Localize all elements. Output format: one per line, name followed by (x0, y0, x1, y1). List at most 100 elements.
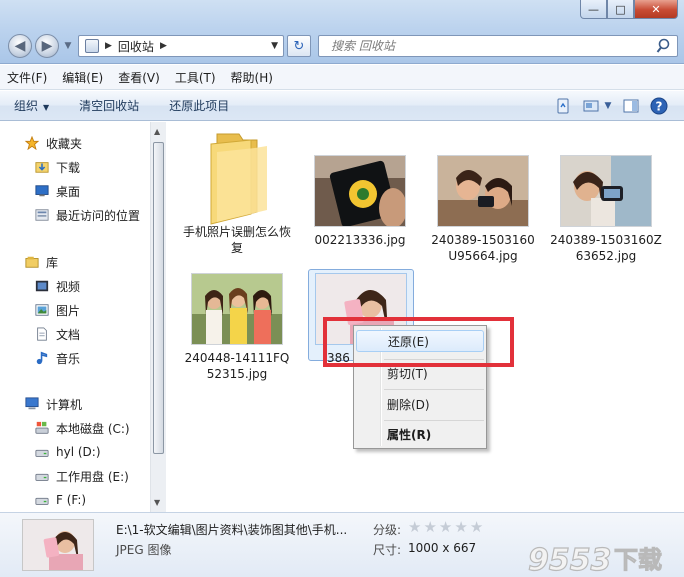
window-titlebar: — □ ✕ ◀ ▶ ▼ ▶ 回收站 ▶ ▼ ↻ (0, 0, 684, 64)
detail-type: JPEG 图像 (116, 543, 172, 557)
nav-label: 文档 (56, 327, 81, 342)
forward-button[interactable]: ▶ (35, 34, 59, 58)
nav-computer[interactable]: 计算机 (24, 394, 82, 414)
address-dropdown-icon[interactable]: ▼ (271, 41, 278, 51)
star-icon[interactable]: ★ (408, 520, 421, 535)
file-name: 240389-1503160U95664.jpg (431, 233, 535, 263)
file-item[interactable]: 手机照片误删怎么恢复 (181, 130, 293, 256)
file-name: 手机照片误删怎么恢复 (182, 225, 291, 255)
arrow-right-icon: ▶ (41, 38, 53, 54)
nav-videos[interactable]: 视频 (34, 276, 80, 296)
computer-icon (25, 397, 39, 410)
close-button[interactable]: ✕ (634, 0, 678, 19)
nav-drive-e[interactable]: 工作用盘 (E:) (34, 466, 129, 486)
nav-label: 计算机 (46, 397, 83, 412)
image-thumbnail (191, 273, 283, 345)
nav-drive-c[interactable]: 本地磁盘 (C:) (34, 418, 130, 438)
nav-documents[interactable]: 文档 (34, 324, 80, 344)
context-delete[interactable]: 删除(D) (387, 394, 430, 416)
file-item[interactable]: 240389-1503160U95664.jpg (427, 155, 539, 264)
drive-icon (35, 473, 49, 481)
nav-label: 最近访问的位置 (56, 208, 141, 223)
empty-recycle-bin-button[interactable]: 清空回收站 (79, 97, 139, 114)
download-folder-icon (35, 162, 49, 173)
organize-button[interactable]: 组织 ▼ (14, 97, 49, 114)
nav-scrollbar[interactable]: ▲ ▼ (150, 122, 166, 512)
maximize-button[interactable]: □ (607, 0, 634, 19)
view-controls: ▼ ? (546, 96, 670, 116)
folder-icon (210, 133, 267, 225)
drive-icon (35, 449, 49, 457)
nav-favorites[interactable]: 收藏夹 (24, 133, 82, 153)
command-bar: 组织 ▼ 清空回收站 还原此项目 ▼ ? (0, 91, 684, 121)
window-controls: — □ ✕ (580, 0, 678, 19)
star-icon[interactable]: ★ (439, 520, 452, 535)
rating-stars[interactable]: ★ ★ ★ ★ ★ (408, 520, 485, 535)
image-thumbnail (560, 155, 652, 227)
breadcrumb-recycle-bin[interactable]: 回收站 (118, 38, 154, 55)
nav-downloads[interactable]: 下载 (34, 157, 80, 177)
menu-view[interactable]: 查看(V) (118, 69, 160, 86)
nav-label: 图片 (56, 303, 81, 318)
share-icon[interactable] (552, 96, 574, 116)
detail-size-value: 1000 x 667 (408, 541, 477, 555)
chevron-down-icon: ▼ (43, 103, 50, 112)
file-item[interactable]: 002213336.jpg (304, 155, 416, 248)
chevron-down-icon: ▼ (604, 101, 612, 111)
help-button[interactable]: ? (648, 96, 670, 116)
file-item[interactable]: 240448-14111FQ52315.jpg (181, 273, 293, 382)
address-bar[interactable]: ▶ 回收站 ▶ ▼ (78, 35, 284, 57)
nav-drive-f[interactable]: F (F:) (34, 490, 86, 510)
refresh-button[interactable]: ↻ (287, 35, 311, 57)
nav-drive-d[interactable]: hyl (D:) (34, 442, 101, 462)
minimize-button[interactable]: — (580, 0, 607, 19)
detail-size-label: 尺寸: (373, 543, 402, 557)
restore-item-button[interactable]: 还原此项目 (169, 97, 229, 114)
view-icon (583, 100, 599, 112)
context-properties[interactable]: 属性(R) (387, 424, 431, 446)
nav-label: hyl (D:) (56, 445, 101, 459)
preview-pane-button[interactable] (620, 96, 642, 116)
search-box[interactable] (318, 35, 678, 57)
star-icon[interactable]: ★ (423, 520, 436, 535)
scroll-down-icon[interactable]: ▼ (154, 498, 160, 507)
system-drive-icon (35, 421, 49, 434)
refresh-icon: ↻ (293, 38, 305, 54)
breadcrumb-separator-icon[interactable]: ▶ (160, 41, 167, 51)
nav-libraries[interactable]: 库 (24, 252, 58, 272)
document-icon (37, 327, 47, 341)
nav-desktop[interactable]: 桌面 (34, 181, 80, 201)
nav-recent-places[interactable]: 最近访问的位置 (34, 205, 140, 225)
star-icon[interactable]: ★ (470, 520, 483, 535)
menu-help[interactable]: 帮助(H) (231, 69, 273, 86)
nav-pictures[interactable]: 图片 (34, 300, 80, 320)
detail-rating-label: 分级: (373, 523, 402, 537)
nav-label: F (F:) (56, 493, 87, 507)
search-icon[interactable] (656, 38, 670, 54)
change-view-button[interactable]: ▼ (580, 96, 614, 116)
recent-places-icon (35, 209, 49, 221)
menu-tools[interactable]: 工具(T) (175, 69, 216, 86)
recent-pages-dropdown[interactable]: ▼ (62, 38, 74, 54)
file-name: 002213336.jpg (314, 233, 406, 247)
file-name: 240448-14111FQ52315.jpg (184, 351, 290, 381)
svg-text:下载: 下载 (614, 546, 662, 574)
navigation-pane: 收藏夹 下载 桌面 最近访问的位置 库 视频 图片 文档 音乐 计算机 本地磁盘… (0, 122, 150, 512)
menu-file[interactable]: 文件(F) (7, 69, 47, 86)
menu-divider (384, 389, 484, 390)
back-button[interactable]: ◀ (8, 34, 32, 58)
scrollbar-thumb[interactable] (153, 142, 164, 454)
watermark-logo: 9553 下载 (527, 542, 662, 576)
desktop-icon (35, 185, 49, 197)
detail-path: E:\1-软文编辑\图片资料\装饰图其他\手机... (116, 523, 348, 537)
menu-edit[interactable]: 编辑(E) (62, 69, 103, 86)
recycle-bin-icon (85, 39, 99, 53)
file-item[interactable]: 240389-1503160Z63652.jpg (550, 155, 662, 264)
nav-label: 桌面 (56, 184, 81, 199)
scroll-up-icon[interactable]: ▲ (154, 127, 160, 136)
nav-music[interactable]: 音乐 (34, 348, 80, 368)
search-input[interactable] (329, 38, 639, 54)
highlight-annotation-box (323, 317, 514, 367)
star-icon[interactable]: ★ (454, 520, 467, 535)
svg-text:?: ? (656, 100, 663, 114)
